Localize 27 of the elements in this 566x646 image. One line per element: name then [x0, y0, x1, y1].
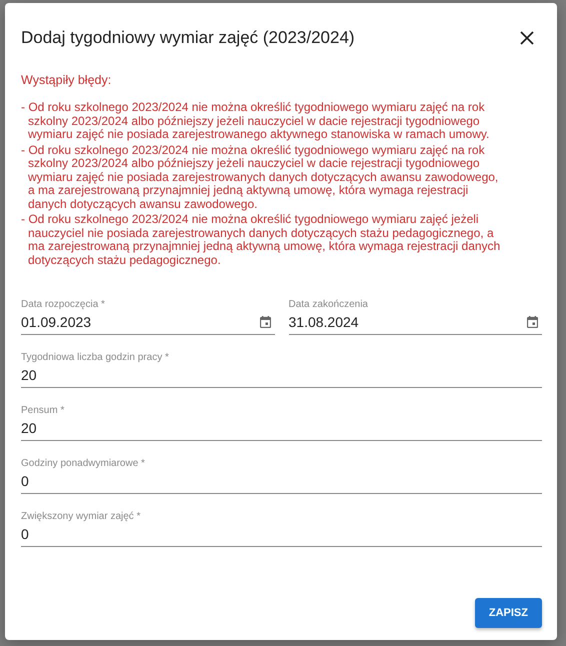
field-value: 31.08.2024 — [288, 314, 359, 330]
save-button[interactable]: ZAPISZ — [474, 598, 542, 628]
field-label: Godziny ponadwymiarowe * — [21, 458, 146, 469]
field-label: Zwiększony wymiar zajęć * — [21, 511, 142, 522]
input-field[interactable]: Godziny ponadwymiarowe * 0 — [21, 458, 542, 494]
field-label: Pensum * — [21, 405, 66, 416]
field-value: 01.09.2023 — [21, 314, 92, 330]
dialog-title: Dodaj tygodniowy wymiar zajęć (2023/2024) — [21, 28, 355, 48]
error-message: - Od roku szkolnego 2023/2024 nie można określić tygodniowego wymiaru zajęć jeżeli nauczyciel nie posiada zarejestrowanych danych dotyczących stażu pedagogicznego, a ma zarejestrowaną przynajmniej jedną aktywną umowę, która wymaga rejestracji danych dotyczących stażu pedagogicznego. — [21, 213, 502, 267]
input-field[interactable]: Tygodniowa liczba godzin pracy * 20 — [21, 352, 542, 388]
field-value: 0 — [21, 473, 29, 489]
field-value: 20 — [21, 420, 37, 436]
date-field[interactable]: Data zakończenia 31.08.2024 — [288, 299, 542, 335]
error-message: - Od roku szkolnego 2023/2024 nie można określić tygodniowego wymiaru zajęć na rok szkolny 2023/2024 albo późniejszy jeżeli nauczyciel w dacie rejestracji tygodniowego wymiaru zajęć nie posiada zarejestrowanych danych dotyczących awansu zawodowego, a ma zarejestrowaną przynajmniej jedną aktywną umowę, która wymaga rejestracji danych dotyczących awansu zawodowego. — [21, 144, 500, 211]
input-field[interactable]: Pensum * 20 — [21, 405, 542, 441]
calendar-icon[interactable] — [527, 316, 538, 328]
field-label: Tygodniowa liczba godzin pracy * — [21, 352, 170, 363]
field-value: 20 — [21, 367, 37, 383]
field-value: 0 — [21, 526, 29, 542]
close-icon[interactable] — [518, 29, 536, 47]
error-heading: Wystąpiły błędy: — [21, 73, 112, 87]
date-field[interactable]: Data rozpoczęcia * 01.09.2023 — [21, 299, 274, 335]
error-message: - Od roku szkolnego 2023/2024 nie można określić tygodniowego wymiaru zajęć na rok szkolny 2023/2024 albo późniejszy jeżeli nauczyciel w dacie rejestracji tygodniowego wymiaru zajęć nie posiada zarejestrowanego aktywnego stanowiska w ramach umowy. — [21, 101, 490, 142]
calendar-icon[interactable] — [260, 316, 270, 328]
field-label: Data rozpoczęcia * — [21, 299, 106, 310]
input-field[interactable]: Zwiększony wymiar zajęć * 0 — [21, 511, 542, 547]
field-label: Data zakończenia — [288, 299, 369, 310]
